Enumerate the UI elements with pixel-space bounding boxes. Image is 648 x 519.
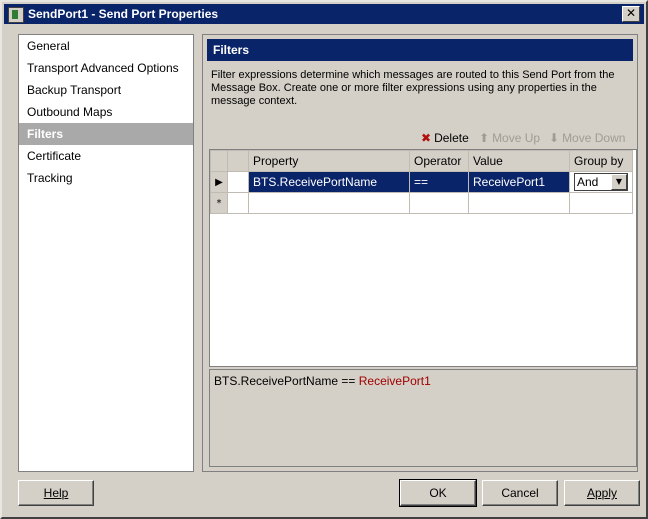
navigation-list: General Transport Advanced Options Backu… <box>18 34 194 472</box>
new-cell-property[interactable] <box>248 192 410 214</box>
help-button[interactable]: Help <box>18 480 94 506</box>
row-group-cell <box>227 171 249 193</box>
column-group-by[interactable]: Group by <box>569 150 633 172</box>
grid-group-column <box>227 150 249 172</box>
nav-item-filters[interactable]: Filters <box>19 123 193 145</box>
expression-text: BTS.ReceivePortName == ReceivePort1 <box>214 374 431 388</box>
grid-header-row: Property Operator Value Group by <box>210 150 633 172</box>
group-by-select[interactable]: And ▼ <box>574 173 628 191</box>
delete-label: Delete <box>434 131 469 145</box>
expression-preview: BTS.ReceivePortName == ReceivePort1 <box>209 369 637 467</box>
apply-label: Apply <box>586 486 618 500</box>
move-down-button[interactable]: ⬇ Move Down <box>549 131 625 145</box>
filter-toolbar: ✖ Delete ⬆ Move Up ⬇ Move Down <box>203 131 635 149</box>
table-row[interactable]: ▶ BTS.ReceivePortName == ReceivePort1 An… <box>210 171 633 193</box>
cell-value[interactable]: ReceivePort1 <box>468 171 570 193</box>
apply-button[interactable]: Apply <box>564 480 640 506</box>
cell-property[interactable]: BTS.ReceivePortName <box>248 171 410 193</box>
filters-panel: Filters Filter expressions determine whi… <box>202 34 638 472</box>
window-title: SendPort1 - Send Port Properties <box>28 7 219 21</box>
move-up-button[interactable]: ⬆ Move Up <box>479 131 540 145</box>
new-row[interactable]: * <box>210 192 633 214</box>
column-value[interactable]: Value <box>468 150 570 172</box>
chevron-down-icon[interactable]: ▼ <box>611 174 627 190</box>
nav-item-certificate[interactable]: Certificate <box>19 145 193 167</box>
new-cell-group-by[interactable] <box>569 192 633 214</box>
move-down-label: Move Down <box>562 131 626 145</box>
delete-icon: ✖ <box>421 131 432 145</box>
help-label: Help <box>43 486 69 500</box>
nav-item-tracking[interactable]: Tracking <box>19 167 193 189</box>
expression-property: BTS.ReceivePortName == <box>214 374 356 388</box>
cell-operator[interactable]: == <box>409 171 469 193</box>
panel-description: Filter expressions determine which messa… <box>211 69 615 107</box>
row-header-corner <box>210 150 228 172</box>
nav-item-outbound-maps[interactable]: Outbound Maps <box>19 101 193 123</box>
column-property[interactable]: Property <box>248 150 410 172</box>
delete-button[interactable]: ✖ Delete <box>421 131 469 145</box>
new-row-icon: * <box>210 192 228 214</box>
send-port-icon <box>8 7 24 23</box>
arrow-up-icon: ⬆ <box>479 131 490 145</box>
cell-group-by[interactable]: And ▼ <box>569 171 633 193</box>
group-by-value: And <box>577 175 599 189</box>
filter-grid: Property Operator Value Group by ▶ BTS.R… <box>209 149 637 367</box>
expression-value: ReceivePort1 <box>358 374 431 388</box>
arrow-down-icon: ⬇ <box>549 131 560 145</box>
properties-window: SendPort1 - Send Port Properties ✕ Gener… <box>0 0 648 519</box>
nav-item-transport-advanced-options[interactable]: Transport Advanced Options <box>19 57 193 79</box>
new-cell-operator[interactable] <box>409 192 469 214</box>
new-row-group-cell <box>227 192 249 214</box>
ok-button[interactable]: OK <box>399 479 477 507</box>
new-cell-value[interactable] <box>468 192 570 214</box>
cancel-button[interactable]: Cancel <box>482 480 558 506</box>
move-up-label: Move Up <box>492 131 541 145</box>
nav-item-backup-transport[interactable]: Backup Transport <box>19 79 193 101</box>
close-button[interactable]: ✕ <box>622 6 640 22</box>
nav-item-general[interactable]: General <box>19 35 193 57</box>
current-row-indicator-icon[interactable]: ▶ <box>210 171 228 193</box>
column-operator[interactable]: Operator <box>409 150 469 172</box>
panel-header: Filters <box>207 39 633 61</box>
title-bar[interactable]: SendPort1 - Send Port Properties ✕ <box>4 4 644 24</box>
